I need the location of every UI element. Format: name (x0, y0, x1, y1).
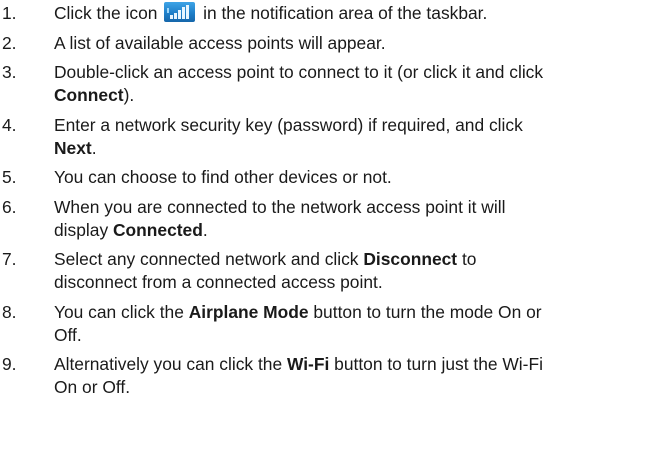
airplane-mode-label: Airplane Mode (188, 301, 309, 322)
step-number: 7. (2, 249, 17, 269)
step-text: Select any connected network and click (54, 249, 359, 269)
step-number: 5. (2, 167, 17, 187)
connect-label: Connect (54, 85, 124, 105)
step-text: When you are connected to the network ac… (54, 196, 506, 217)
step-text: You can click the (54, 301, 184, 322)
step-text: disconnect from a connected access point… (54, 272, 383, 292)
step-text: A list of available access points will a… (54, 32, 386, 53)
step-number: 4. (2, 114, 17, 135)
step-text: display (54, 219, 109, 240)
step-number: 1. (2, 3, 17, 23)
step-1: 1. Click the icon in the notification ar… (0, 2, 671, 25)
step-text: button to turn just the Wi-Fi (334, 354, 543, 374)
step-text: ). (123, 85, 135, 105)
step-text: On or Off. (54, 377, 131, 397)
step-text: Double-click an access point to connect … (54, 62, 544, 82)
step-text: . (202, 219, 208, 240)
instruction-list: 1. Click the icon in the notification ar… (0, 0, 671, 399)
step-number: 6. (2, 196, 17, 217)
step-4: 4. Enter a network security key (passwor… (0, 114, 671, 160)
step-text: button to turn the mode On or (313, 301, 542, 322)
step-text: Enter a network security key (password) … (54, 114, 523, 135)
disconnect-label: Disconnect (363, 249, 458, 269)
step-number: 3. (2, 62, 17, 82)
step-number: 9. (2, 354, 17, 374)
wifi-signal-icon (164, 2, 196, 22)
step-8: 8. You can click the Airplane Mode butto… (0, 301, 671, 347)
step-3: 3. Double-click an access point to conne… (0, 61, 671, 107)
step-7: 7. Select any connected network and clic… (0, 248, 671, 294)
step-text: in the notification area of the taskbar. (203, 3, 488, 23)
step-text: Alternatively you can click the (54, 354, 283, 374)
step-number: 8. (2, 301, 17, 322)
wifi-label: Wi-Fi (286, 354, 330, 374)
step-5: 5. You can choose to find other devices … (0, 166, 671, 189)
step-text: You can choose to find other devices or … (54, 167, 392, 187)
step-9: 9. Alternatively you can click the Wi-Fi… (0, 353, 671, 399)
step-text: . (91, 137, 97, 158)
step-text: Click the icon (54, 3, 158, 23)
step-text: to (461, 249, 477, 269)
step-6: 6. When you are connected to the network… (0, 196, 671, 242)
step-number: 2. (2, 32, 17, 53)
next-label: Next (54, 137, 92, 158)
connected-label: Connected (112, 219, 203, 240)
step-2: 2. A list of available access points wil… (0, 32, 671, 55)
step-text: Off. (54, 324, 82, 345)
